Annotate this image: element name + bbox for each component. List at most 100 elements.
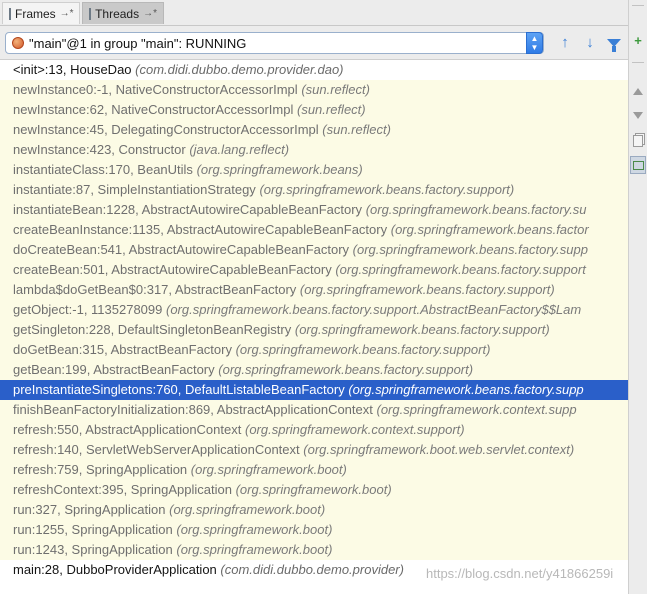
frame-method: preInstantiateSingletons:760, DefaultLis…: [13, 382, 345, 397]
chevron-updown-icon[interactable]: ▲ ▼: [526, 32, 543, 54]
frame-row[interactable]: doCreateBean:541, AbstractAutowireCapabl…: [0, 240, 628, 260]
frame-package: (org.springframework.beans.factor: [390, 222, 589, 237]
frame-row[interactable]: instantiate:87, SimpleInstantiationStrat…: [0, 180, 628, 200]
frame-method: refresh:759, SpringApplication: [13, 462, 188, 477]
frame-method: newInstance0:-1, NativeConstructorAccess…: [13, 82, 298, 97]
scroll-up-button[interactable]: [630, 84, 646, 98]
triangle-up-icon: [633, 87, 643, 95]
previous-frame-button[interactable]: ↑: [556, 34, 574, 52]
frame-method: refresh:550, AbstractApplicationContext: [13, 422, 242, 437]
pin-icon[interactable]: →*: [143, 8, 157, 19]
frame-package: (org.springframework.context.supp: [376, 402, 577, 417]
frame-method: refreshContext:395, SpringApplication: [13, 482, 232, 497]
frame-package: (org.springframework.beans): [196, 162, 363, 177]
frame-method: getSingleton:228, DefaultSingletonBeanRe…: [13, 322, 292, 337]
frame-row[interactable]: createBeanInstance:1135, AbstractAutowir…: [0, 220, 628, 240]
frame-row[interactable]: doGetBean:315, AbstractBeanFactory (org.…: [0, 340, 628, 360]
frame-method: instantiate:87, SimpleInstantiationStrat…: [13, 182, 256, 197]
frame-package: (org.springframework.context.support): [244, 422, 465, 437]
frame-row[interactable]: finishBeanFactoryInitialization:869, Abs…: [0, 400, 628, 420]
frame-package: (org.springframework.boot): [190, 462, 347, 477]
tab-bar: Frames →* Threads →*: [0, 0, 628, 26]
frame-package: (org.springframework.boot): [169, 502, 326, 517]
frame-method: refresh:140, ServletWebServerApplication…: [13, 442, 300, 457]
frame-method: instantiateClass:170, BeanUtils: [13, 162, 193, 177]
frame-row[interactable]: refreshContext:395, SpringApplication (o…: [0, 480, 628, 500]
frame-method: newInstance:45, DelegatingConstructorAcc…: [13, 122, 319, 137]
scroll-down-button[interactable]: [630, 108, 646, 122]
frame-package: (org.springframework.beans.factory.supp: [348, 382, 584, 397]
frame-row[interactable]: refresh:759, SpringApplication (org.spri…: [0, 460, 628, 480]
threads-icon: [89, 7, 92, 20]
frame-package: (com.didi.dubbo.demo.provider): [220, 562, 404, 577]
frame-package: (org.springframework.boot): [176, 522, 333, 537]
frame-package: (org.springframework.beans.factory.su: [365, 202, 587, 217]
frame-method: newInstance:423, Constructor: [13, 142, 186, 157]
frame-method: run:327, SpringApplication: [13, 502, 166, 517]
frame-row[interactable]: run:1243, SpringApplication (org.springf…: [0, 540, 628, 560]
frame-row[interactable]: newInstance0:-1, NativeConstructorAccess…: [0, 80, 628, 100]
frame-method: lambda$doGetBean$0:317, AbstractBeanFact…: [13, 282, 297, 297]
frame-row-selected[interactable]: preInstantiateSingletons:760, DefaultLis…: [0, 380, 628, 400]
thread-selector[interactable]: "main"@1 in group "main": RUNNING ▲ ▼: [5, 32, 544, 54]
frame-method: createBean:501, AbstractAutowireCapableB…: [13, 262, 332, 277]
frame-package: (sun.reflect): [301, 82, 370, 97]
frame-row[interactable]: getSingleton:228, DefaultSingletonBeanRe…: [0, 320, 628, 340]
frame-method: run:1255, SpringApplication: [13, 522, 173, 537]
add-icon: +: [634, 32, 642, 48]
frame-method: getObject:-1, 1135278099: [13, 302, 163, 317]
frame-method: run:1243, SpringApplication: [13, 542, 173, 557]
frame-package: (org.springframework.beans.factory.suppo…: [235, 342, 491, 357]
frame-row[interactable]: instantiateClass:170, BeanUtils (org.spr…: [0, 160, 628, 180]
watermark: https://blog.csdn.net/y41866259i: [426, 566, 614, 581]
frame-method: newInstance:62, NativeConstructorAccesso…: [13, 102, 294, 117]
show-types-toggle[interactable]: [630, 156, 646, 174]
pin-icon[interactable]: →*: [60, 8, 74, 19]
frame-row[interactable]: run:1255, SpringApplication (org.springf…: [0, 520, 628, 540]
tab-threads-label: Threads: [95, 6, 140, 21]
tab-frames[interactable]: Frames →*: [2, 2, 80, 24]
frame-method: instantiateBean:1228, AbstractAutowireCa…: [13, 202, 363, 217]
frame-row[interactable]: getObject:-1, 1135278099 (org.springfram…: [0, 300, 628, 320]
frame-package: (org.springframework.beans.factory.suppo…: [294, 322, 550, 337]
frame-row[interactable]: refresh:140, ServletWebServerApplication…: [0, 440, 628, 460]
frame-row[interactable]: createBean:501, AbstractAutowireCapableB…: [0, 260, 628, 280]
frame-method: doGetBean:315, AbstractBeanFactory: [13, 342, 232, 357]
frame-method: getBean:199, AbstractBeanFactory: [13, 362, 215, 377]
frame-row[interactable]: run:327, SpringApplication (org.springfr…: [0, 500, 628, 520]
frame-method: createBeanInstance:1135, AbstractAutowir…: [13, 222, 388, 237]
triangle-down-icon: [633, 111, 643, 119]
frames-icon: [9, 7, 11, 20]
add-watch-button[interactable]: +: [630, 32, 646, 48]
frame-row[interactable]: <init>:13, HouseDao (com.didi.dubbo.demo…: [0, 60, 628, 80]
filter-button[interactable]: [605, 34, 623, 52]
frame-row[interactable]: newInstance:62, NativeConstructorAccesso…: [0, 100, 628, 120]
frame-row[interactable]: newInstance:45, DelegatingConstructorAcc…: [0, 120, 628, 140]
frame-row[interactable]: instantiateBean:1228, AbstractAutowireCa…: [0, 200, 628, 220]
filter-icon: [607, 39, 621, 52]
frame-method: main:28, DubboProviderApplication: [13, 562, 217, 577]
frame-package: (org.springframework.beans.factory.suppo…: [218, 362, 474, 377]
frame-package: (org.springframework.beans.factory.suppo…: [335, 262, 586, 277]
frame-row[interactable]: lambda$doGetBean$0:317, AbstractBeanFact…: [0, 280, 628, 300]
frame-package: (org.springframework.beans.factory.supp: [352, 242, 588, 257]
next-frame-button[interactable]: ↓: [581, 34, 599, 52]
frame-method: doCreateBean:541, AbstractAutowireCapabl…: [13, 242, 350, 257]
frame-package: (org.springframework.boot): [235, 482, 392, 497]
frame-package: (org.springframework.beans.factory.suppo…: [259, 182, 515, 197]
frame-package: (org.springframework.boot.web.servlet.co…: [303, 442, 575, 457]
frame-row[interactable]: newInstance:423, Constructor (java.lang.…: [0, 140, 628, 160]
copy-button[interactable]: [630, 132, 646, 150]
side-toolbar: +: [628, 0, 647, 594]
frames-list[interactable]: <init>:13, HouseDao (com.didi.dubbo.demo…: [0, 60, 628, 594]
arrow-up-icon: ↑: [561, 34, 569, 51]
thread-selector-value: "main"@1 in group "main": RUNNING: [29, 35, 247, 51]
tab-threads[interactable]: Threads →*: [82, 2, 164, 24]
frame-row[interactable]: refresh:550, AbstractApplicationContext …: [0, 420, 628, 440]
frame-package: (com.didi.dubbo.demo.provider.dao): [135, 62, 344, 77]
frame-method: <init>:13, HouseDao: [13, 62, 132, 77]
frame-method: finishBeanFactoryInitialization:869, Abs…: [13, 402, 373, 417]
frame-package: (org.springframework.beans.factory.suppo…: [166, 302, 582, 317]
frame-package: (sun.reflect): [322, 122, 391, 137]
frame-row[interactable]: getBean:199, AbstractBeanFactory (org.sp…: [0, 360, 628, 380]
